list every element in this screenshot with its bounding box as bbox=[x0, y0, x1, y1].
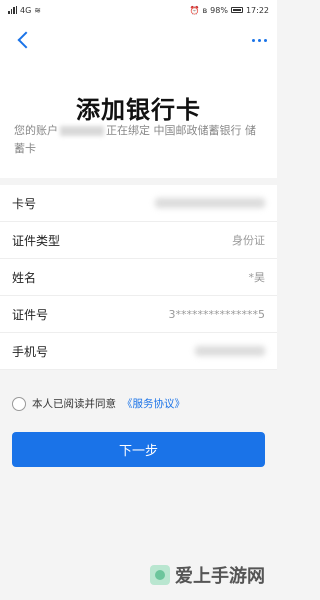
battery-icon bbox=[230, 7, 243, 13]
status-right: ⏰ ʙ 98% 17:22 bbox=[190, 6, 269, 15]
id-type-label: 证件类型 bbox=[12, 233, 61, 248]
name-row[interactable]: 姓名 *昊 bbox=[0, 259, 277, 296]
back-button[interactable] bbox=[10, 28, 38, 52]
more-button[interactable] bbox=[252, 38, 267, 42]
phone-label: 手机号 bbox=[12, 344, 49, 359]
page-title: 添加银行卡 bbox=[76, 96, 201, 124]
dot-icon bbox=[252, 38, 255, 42]
bank-card-form: 卡号 证件类型 身份证 姓名 *昊 证件号 3***************5 … bbox=[0, 185, 277, 370]
clock: 17:22 bbox=[245, 5, 269, 15]
subtitle-prefix: 您的账户 bbox=[14, 124, 58, 137]
watermark: 爱上手游网 bbox=[150, 562, 265, 588]
page-subtitle: 您的账户 正在绑定 中国邮政储蓄银行 储蓄卡 bbox=[14, 122, 264, 158]
nav-bar bbox=[0, 20, 277, 60]
alarm-icon: ⏰ bbox=[189, 5, 200, 15]
id-number-label: 证件号 bbox=[12, 307, 49, 322]
id-type-value[interactable]: 身份证 bbox=[232, 232, 265, 248]
agreement: 本人已阅读并同意 《服务协议》 bbox=[12, 396, 185, 411]
redacted-account bbox=[60, 126, 104, 136]
dot-icon bbox=[264, 38, 267, 42]
phone-row[interactable]: 手机号 bbox=[0, 333, 277, 370]
agree-radio[interactable] bbox=[12, 396, 26, 411]
page-header: 添加银行卡 您的账户 正在绑定 中国邮政储蓄银行 储蓄卡 bbox=[0, 60, 277, 178]
card-number-label: 卡号 bbox=[12, 196, 37, 211]
network-label: 4G bbox=[20, 5, 32, 15]
id-type-row[interactable]: 证件类型 身份证 bbox=[0, 222, 277, 259]
name-value[interactable]: *昊 bbox=[249, 269, 266, 285]
watermark-logo-icon bbox=[150, 565, 170, 585]
watermark-text: 爱上手游网 bbox=[175, 566, 265, 587]
bluetooth-icon: ʙ bbox=[202, 5, 208, 15]
service-agreement-link[interactable]: 《服务协议》 bbox=[122, 396, 185, 411]
next-button[interactable]: 下一步 bbox=[12, 432, 265, 467]
name-label: 姓名 bbox=[12, 270, 37, 285]
phone-value[interactable] bbox=[195, 346, 265, 356]
id-number-row[interactable]: 证件号 3***************5 bbox=[0, 296, 277, 333]
signal-icon bbox=[8, 6, 17, 14]
battery-percent: 98% bbox=[210, 5, 228, 15]
wifi-icon: ≋ bbox=[34, 5, 41, 15]
dot-icon bbox=[258, 38, 261, 42]
id-number-value[interactable]: 3***************5 bbox=[169, 308, 266, 321]
chevron-left-icon bbox=[17, 31, 35, 49]
agreement-text: 本人已阅读并同意 bbox=[32, 398, 116, 410]
card-number-row[interactable]: 卡号 bbox=[0, 185, 277, 222]
status-bar: 4G ≋ ⏰ ʙ 98% 17:22 bbox=[0, 0, 277, 20]
card-number-value[interactable] bbox=[155, 198, 265, 208]
status-left: 4G ≋ bbox=[8, 6, 41, 15]
